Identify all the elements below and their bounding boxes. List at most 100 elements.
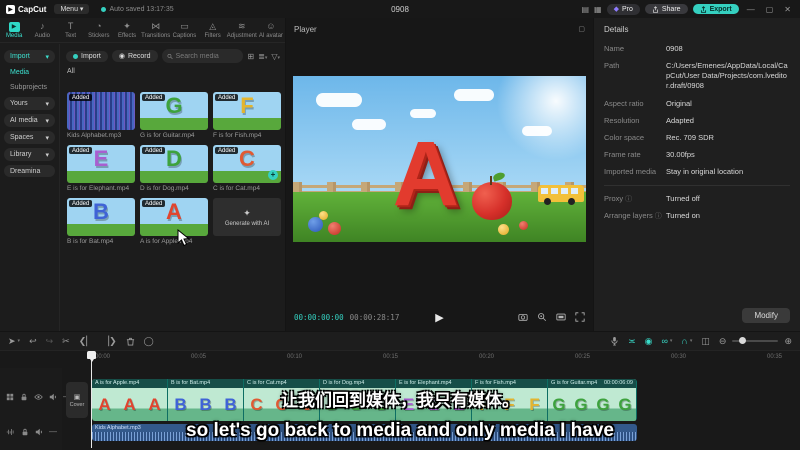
chevron-down-icon: ▾ <box>45 100 49 108</box>
fullscreen-icon[interactable] <box>575 312 585 322</box>
close-button[interactable]: ✕ <box>781 5 794 14</box>
transitions-tab-icon: ⋈ <box>151 20 161 31</box>
sidebar-item-library[interactable]: Library ▾ <box>4 148 55 161</box>
layout-single-icon[interactable]: ▤ <box>581 5 589 14</box>
mouse-cursor <box>177 229 190 247</box>
detail-row-arrange-layers: Arrange layers ⓘ Turned on <box>604 211 700 221</box>
tab-captions[interactable]: ▭ Captions <box>170 18 198 42</box>
play-button[interactable]: ▶ <box>435 311 443 324</box>
sidebar-item-ai-media[interactable]: AI media ▾ <box>4 114 55 127</box>
media-item-f[interactable]: F Added F is for Fish.mp4 <box>213 92 281 139</box>
share-button[interactable]: Share <box>644 4 688 14</box>
zoom-in-icon[interactable]: ⊕ <box>784 336 792 347</box>
tab-effects[interactable]: ✦ Effects <box>113 18 141 42</box>
menu-button[interactable]: Menu ▾ <box>54 4 90 14</box>
player-controls: 00:00:00:00 00:00:28:17 ▶ <box>286 307 593 327</box>
filter-icon[interactable]: ▽▾ <box>271 52 280 61</box>
tab-adjustment[interactable]: ≋ Adjustment <box>227 18 257 42</box>
tab-filters[interactable]: ◬ Filters <box>199 18 227 42</box>
pointer-tool-icon[interactable]: ➤ ▾ <box>8 336 20 347</box>
media-item-c[interactable]: C Added + C is for Cat.mp4 <box>213 145 281 192</box>
snapshot-icon[interactable] <box>518 312 528 322</box>
sidebar-item-import[interactable]: Import ▾ <box>4 50 55 63</box>
preview-quality-icon[interactable] <box>537 312 547 322</box>
tab-text[interactable]: T Text <box>56 18 84 42</box>
sidebar-item-yours[interactable]: Yours ▾ <box>4 97 55 110</box>
playhead-handle[interactable] <box>87 351 96 362</box>
info-icon: ⓘ <box>625 196 633 204</box>
tab-stickers[interactable]: ◔ Stickers <box>85 18 113 42</box>
generate-with-ai-card[interactable]: ✦ Generate with AI <box>213 198 281 245</box>
auto-ripple-icon[interactable]: ∩ ▾ <box>681 336 692 346</box>
snap-toggle-icon[interactable]: ≍ <box>628 336 636 347</box>
tab-ai-avatar[interactable]: ☺ AI avatar <box>257 18 285 42</box>
media-item-audio[interactable]: Added Kids Alphabet.mp3 <box>67 92 135 139</box>
media-item-d[interactable]: D Added D is for Dog.mp4 <box>140 145 208 192</box>
layout-grid-icon[interactable]: ▦ <box>594 5 602 14</box>
tab-media[interactable]: ▶ Media <box>0 18 28 42</box>
voiceover-mic-icon[interactable] <box>610 336 619 346</box>
detail-row-proxy: Proxy ⓘ Turned off <box>604 194 700 204</box>
details-panel: Details Name 0908 Path C:/Users/Emenes/App… <box>594 18 800 331</box>
media-sidebar: Import ▾ Media Subprojects Yours ▾ AI medi… <box>0 44 60 331</box>
record-button[interactable]: ◉ Record <box>111 50 158 62</box>
modify-button[interactable]: Modify <box>742 308 790 323</box>
media-item-a[interactable]: A Added A is for Apple.mp4 <box>140 198 208 245</box>
redo-icon[interactable]: ↪ <box>46 336 54 347</box>
maximize-button[interactable]: ▢ <box>763 5 777 14</box>
ruler-tick: 00:05 <box>191 354 207 360</box>
capcut-window: ▶ CapCut Menu ▾ Auto saved 13:17:35 0908… <box>0 0 800 450</box>
trim-right-icon[interactable]: ▕❯ <box>102 336 116 347</box>
player-collapse-icon[interactable]: ▢ <box>578 25 585 33</box>
export-button[interactable]: Export <box>692 4 739 14</box>
main-track-magnet-icon[interactable]: ◉ <box>645 336 653 347</box>
details-title: Details <box>604 24 629 34</box>
cloud <box>521 125 552 136</box>
zoom-out-icon[interactable]: ⊖ <box>719 336 727 347</box>
audio-tab-icon: ♪ <box>40 20 45 31</box>
mask-icon[interactable]: ◯ <box>144 336 154 347</box>
timeline-zoom-slider[interactable] <box>732 337 779 344</box>
tab-audio[interactable]: ♪ Audio <box>28 18 56 42</box>
media-item-g[interactable]: G Added G is for Guitar.mp4 <box>140 92 208 139</box>
import-button[interactable]: Import <box>66 50 108 62</box>
search-input[interactable] <box>175 52 239 60</box>
zoom-slider-handle[interactable] <box>739 337 747 344</box>
sidebar-item-subprojects[interactable]: Subprojects <box>4 82 55 93</box>
cloud <box>351 119 386 131</box>
delete-icon[interactable] <box>126 337 135 346</box>
ai-avatar-tab-icon: ☺ <box>266 20 276 31</box>
sparkle-plus-icon: ✦ <box>243 207 251 218</box>
sidebar-item-spaces[interactable]: Spaces ▾ <box>4 131 55 144</box>
sidebar-item-dreamina[interactable]: Dreamina <box>4 165 55 177</box>
tab-transitions[interactable]: ⋈ Transitions <box>141 18 170 42</box>
trim-left-icon[interactable]: ❮▏ <box>79 336 93 347</box>
sort-icon[interactable]: ≣▾ <box>258 52 267 61</box>
sidebar-item-media[interactable]: Media <box>4 67 55 78</box>
timeline-ruler[interactable]: 00:00 00:05 00:10 00:15 00:20 00:25 00:3… <box>0 351 800 368</box>
section-label-all[interactable]: All <box>61 66 285 77</box>
media-item-e[interactable]: E Added E is for Elephant.mp4 <box>67 145 135 192</box>
text-tab-icon: T <box>67 20 74 31</box>
school-bus <box>538 185 584 206</box>
detail-row-color-space: Color space Rec. 709 SDR <box>604 132 714 142</box>
player-panel: Player ▢ A 00:00:00:00 00:00:28:17 ▶ <box>286 18 593 331</box>
add-to-timeline-icon[interactable]: + <box>268 170 278 180</box>
ruler-tick: 00:00 <box>95 354 111 360</box>
ruler-tick: 00:25 <box>575 354 591 360</box>
search-box[interactable] <box>161 49 244 63</box>
video-preview[interactable]: A <box>293 76 586 242</box>
linking-toggle-icon[interactable]: ∞ ▾ <box>661 336 672 346</box>
apple <box>471 176 512 221</box>
undo-icon[interactable]: ↩ <box>29 336 37 347</box>
minimize-button[interactable]: — <box>744 5 758 14</box>
cloud <box>316 92 363 107</box>
ruler-tick: 00:10 <box>287 354 303 360</box>
preview-axis-icon[interactable]: ◫ <box>701 336 710 347</box>
view-grid-icon[interactable]: ⊞ <box>247 52 254 61</box>
detail-row-name: Name 0908 <box>604 44 683 53</box>
ratio-icon[interactable] <box>556 312 566 322</box>
pro-button[interactable]: ◆ Pro <box>606 3 640 15</box>
media-item-b[interactable]: B Added B is for Bat.mp4 <box>67 198 135 245</box>
split-icon[interactable]: ✂ <box>62 336 70 347</box>
